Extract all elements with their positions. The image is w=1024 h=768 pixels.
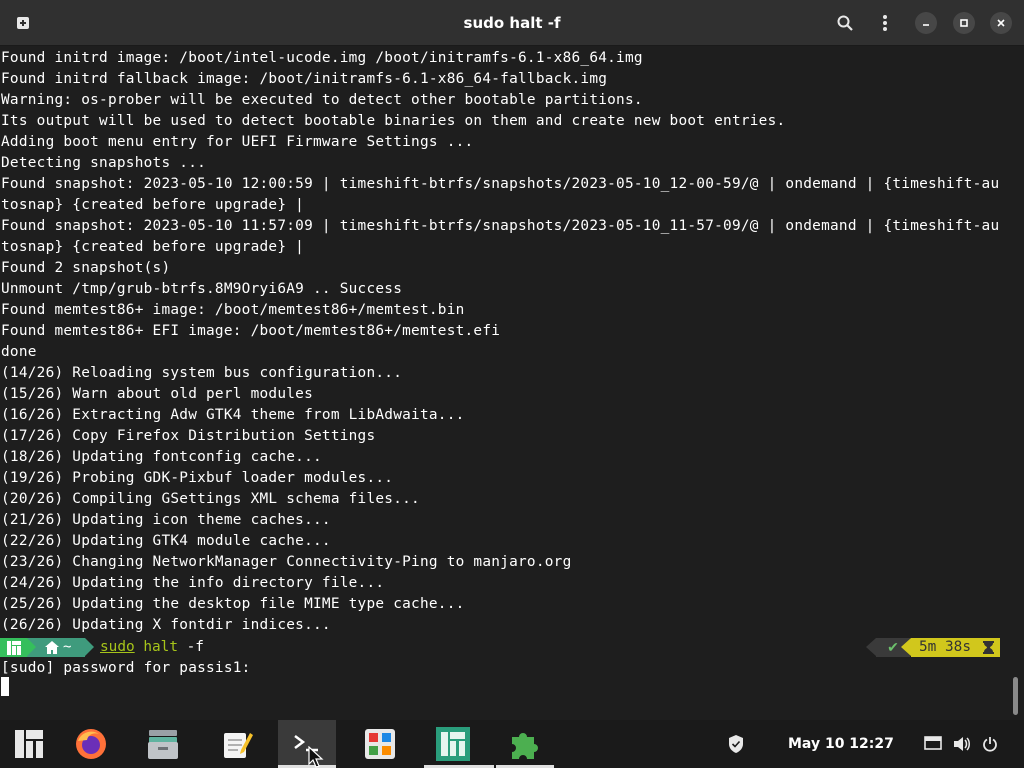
terminal-line: (25/26) Updating the desktop file MIME t… xyxy=(1,596,465,612)
volume-icon[interactable] xyxy=(952,734,972,754)
terminal-headerbar: sudo halt -f xyxy=(0,0,1024,46)
terminal-icon[interactable] xyxy=(278,720,336,768)
terminal-line: tosnap} {created before upgrade} | xyxy=(1,197,305,213)
terminal-line: (21/26) Updating icon theme caches... xyxy=(1,512,331,528)
terminal-line: tosnap} {created before upgrade} | xyxy=(1,239,305,255)
screen-icon[interactable] xyxy=(923,734,943,754)
shell-prompt: ~ sudo halt -f ✔ 5m 38s xyxy=(0,637,1024,658)
manjaro-menu-icon[interactable] xyxy=(0,720,58,768)
mouse-pointer-icon xyxy=(308,746,324,768)
clock[interactable]: May 10 12:27 xyxy=(788,720,894,768)
terminal-line: Found initrd image: /boot/intel-ucode.im… xyxy=(1,50,643,66)
extensions-icon[interactable] xyxy=(496,720,554,768)
text-cursor xyxy=(1,677,9,696)
typed-command: sudo halt -f xyxy=(100,639,204,655)
taskbar: May 10 12:27 xyxy=(0,720,1024,768)
terminal-line: (24/26) Updating the info directory file… xyxy=(1,575,385,591)
terminal-line: Found 2 snapshot(s) xyxy=(1,260,171,276)
terminal-line: (18/26) Updating fontconfig cache... xyxy=(1,449,322,465)
terminal-line: Detecting snapshots ... xyxy=(1,155,207,171)
terminal-line: (23/26) Changing NetworkManager Connecti… xyxy=(1,554,572,570)
terminal-scrollbar[interactable] xyxy=(1013,677,1018,715)
sudo-password-prompt: [sudo] password for passis1: xyxy=(1,660,251,676)
terminal-line: (15/26) Warn about old perl modules xyxy=(1,386,313,402)
minimize-icon[interactable] xyxy=(915,12,937,34)
prompt-path: ~ xyxy=(63,639,72,655)
firefox-icon[interactable] xyxy=(62,720,120,768)
terminal-line: Found memtest86+ EFI image: /boot/memtes… xyxy=(1,323,501,339)
maximize-icon[interactable] xyxy=(953,12,975,34)
terminal-line: Its output will be used to detect bootab… xyxy=(1,113,786,129)
terminal-line: Warning: os-prober will be executed to d… xyxy=(1,92,643,108)
terminal-line: Adding boot menu entry for UEFI Firmware… xyxy=(1,134,474,150)
terminal-line: (16/26) Extracting Adw GTK4 theme from L… xyxy=(1,407,465,423)
terminal-line: Found initrd fallback image: /boot/initr… xyxy=(1,71,608,87)
terminal-line: Unmount /tmp/grub-btrfs.8M9Oryi6A9 .. Su… xyxy=(1,281,403,297)
terminal-line: Found memtest86+ image: /boot/memtest86+… xyxy=(1,302,465,318)
terminal-line: (19/26) Probing GDK-Pixbuf loader module… xyxy=(1,470,394,486)
kebab-menu-icon[interactable] xyxy=(870,8,900,38)
terminal-line: (20/26) Compiling GSettings XML schema f… xyxy=(1,491,420,507)
terminal-line: Found snapshot: 2023-05-10 12:00:59 | ti… xyxy=(1,176,1000,192)
file-manager-icon[interactable] xyxy=(134,720,192,768)
terminal-line: (17/26) Copy Firefox Distribution Settin… xyxy=(1,428,376,444)
terminal-line: done xyxy=(1,344,37,360)
software-store-icon[interactable] xyxy=(351,720,409,768)
elapsed-time: 5m 38s xyxy=(919,639,971,655)
manjaro-settings-icon[interactable] xyxy=(424,720,494,768)
elapsed-time-segment: 5m 38s xyxy=(911,638,1000,657)
text-editor-icon[interactable] xyxy=(208,720,266,768)
terminal-line: (14/26) Reloading system bus configurati… xyxy=(1,365,403,381)
terminal-line: Found snapshot: 2023-05-10 11:57:09 | ti… xyxy=(1,218,1000,234)
terminal-line: (26/26) Updating X fontdir indices... xyxy=(1,617,331,633)
hourglass-icon xyxy=(983,641,994,654)
terminal-line: (22/26) Updating GTK4 module cache... xyxy=(1,533,331,549)
manjaro-logo-icon xyxy=(0,638,27,657)
power-icon[interactable] xyxy=(980,734,1000,754)
search-icon[interactable] xyxy=(830,8,860,38)
terminal-output[interactable]: Found initrd image: /boot/intel-ucode.im… xyxy=(0,47,1024,720)
home-icon xyxy=(45,641,59,654)
close-icon[interactable] xyxy=(990,12,1012,34)
shield-icon[interactable] xyxy=(726,734,746,754)
